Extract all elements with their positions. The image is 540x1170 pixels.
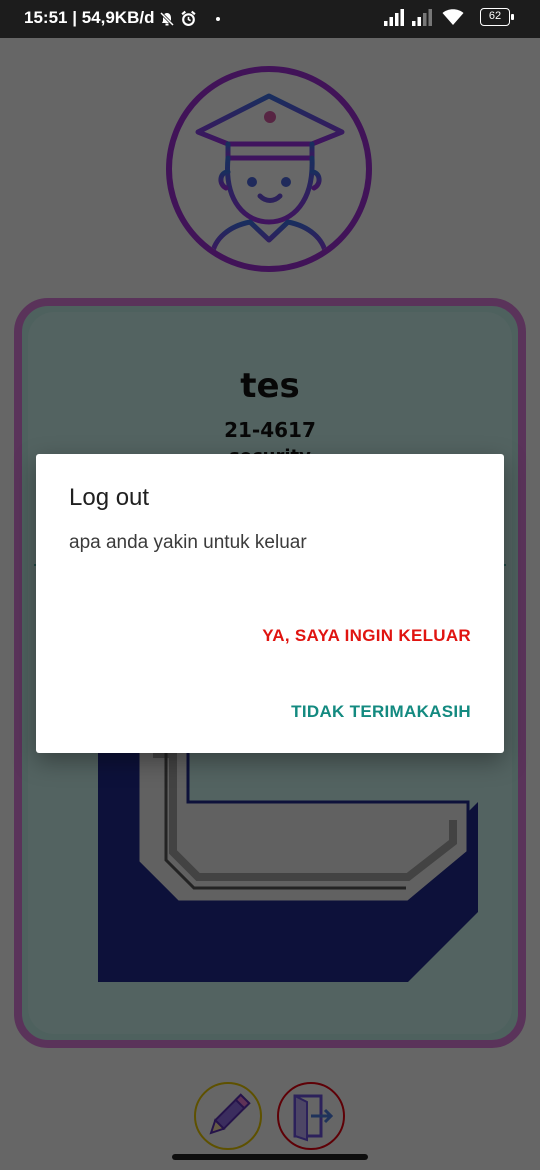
battery-icon: 62 bbox=[480, 8, 514, 26]
dialog-message: apa anda yakin untuk keluar bbox=[69, 532, 307, 553]
wifi-icon bbox=[442, 9, 464, 25]
signal-icon bbox=[384, 9, 404, 26]
alarm-icon bbox=[181, 10, 196, 26]
confirm-logout-button[interactable]: YA, SAYA INGIN KELUAR bbox=[262, 626, 471, 646]
status-right: 62 bbox=[384, 8, 514, 30]
dot-icon bbox=[215, 16, 220, 21]
battery-level: 62 bbox=[488, 10, 502, 22]
status-bar: 15:51 | 54,9KB/d 62 bbox=[0, 0, 540, 38]
status-time: 15:51 bbox=[24, 8, 68, 27]
signal-weak-icon bbox=[412, 9, 432, 26]
network-speed: 54,9KB/d bbox=[81, 8, 155, 27]
cancel-logout-button[interactable]: TIDAK TERIMAKASIH bbox=[291, 702, 471, 722]
dialog-title: Log out bbox=[69, 484, 150, 511]
mute-bell-icon bbox=[160, 11, 175, 26]
status-left: 15:51 | 54,9KB/d bbox=[24, 8, 226, 28]
logout-dialog: Log out apa anda yakin untuk keluar YA, … bbox=[36, 454, 504, 753]
